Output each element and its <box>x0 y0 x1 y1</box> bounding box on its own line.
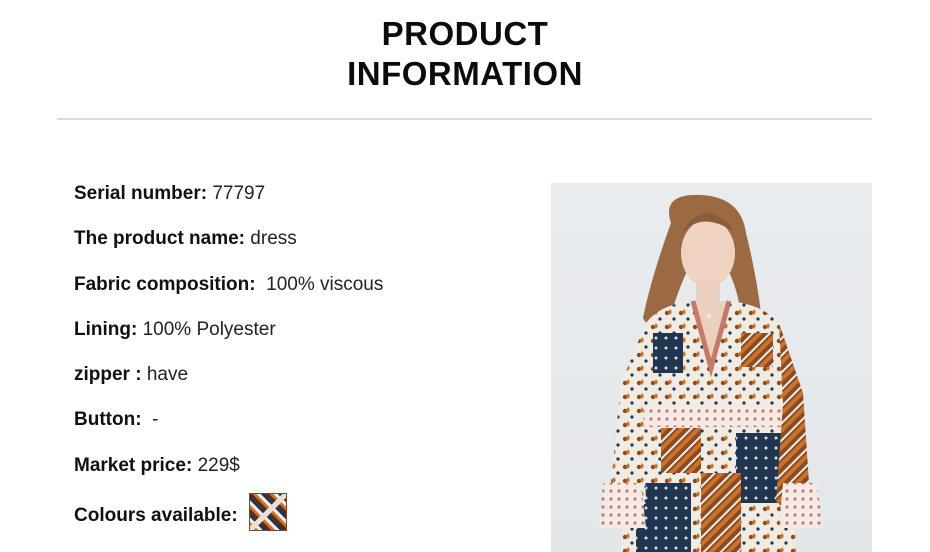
colour-swatch-patchwork[interactable] <box>248 493 287 532</box>
spec-label: Serial number: <box>74 183 208 204</box>
spec-label: Fabric composition: <box>74 273 256 295</box>
spec-label: Button: <box>74 409 142 431</box>
spec-value: - <box>152 409 159 431</box>
spec-label: zipper : <box>74 364 142 386</box>
spec-label: The product name: <box>74 228 246 250</box>
spec-value: dress <box>250 228 297 250</box>
spec-label: Colours available: <box>74 505 238 527</box>
spec-label: Lining: <box>74 318 138 340</box>
page-title-line-1: PRODUCT <box>381 15 549 52</box>
spec-row-zipper: zipper : have <box>74 361 383 406</box>
spec-row-serial-number: Serial number: 77797 <box>74 180 383 225</box>
header-divider <box>57 118 872 120</box>
spec-value: 229$ <box>197 454 240 476</box>
spec-row-lining: Lining: 100% Polyester <box>74 316 383 361</box>
spec-row-button: Button: - <box>74 406 383 451</box>
product-specs: Serial number: 77797 The product name: d… <box>74 180 383 542</box>
spec-row-product-name: The product name: dress <box>74 225 383 270</box>
spec-row-fabric-composition: Fabric composition: 100% viscous <box>74 271 383 316</box>
page-title-line-2: INFORMATION <box>347 55 583 92</box>
spec-value: 100% Polyester <box>142 318 276 340</box>
model-illustration <box>599 194 823 552</box>
spec-value: 100% viscous <box>266 273 384 295</box>
spec-label: Market price: <box>74 454 193 476</box>
spec-value: 77797 <box>212 183 266 204</box>
spec-row-market-price: Market price: 229$ <box>74 452 383 497</box>
spec-row-colours-available: Colours available: <box>74 493 383 542</box>
spec-value: have <box>146 364 189 386</box>
page-title: PRODUCT INFORMATION <box>0 14 930 94</box>
product-photo <box>551 183 872 552</box>
